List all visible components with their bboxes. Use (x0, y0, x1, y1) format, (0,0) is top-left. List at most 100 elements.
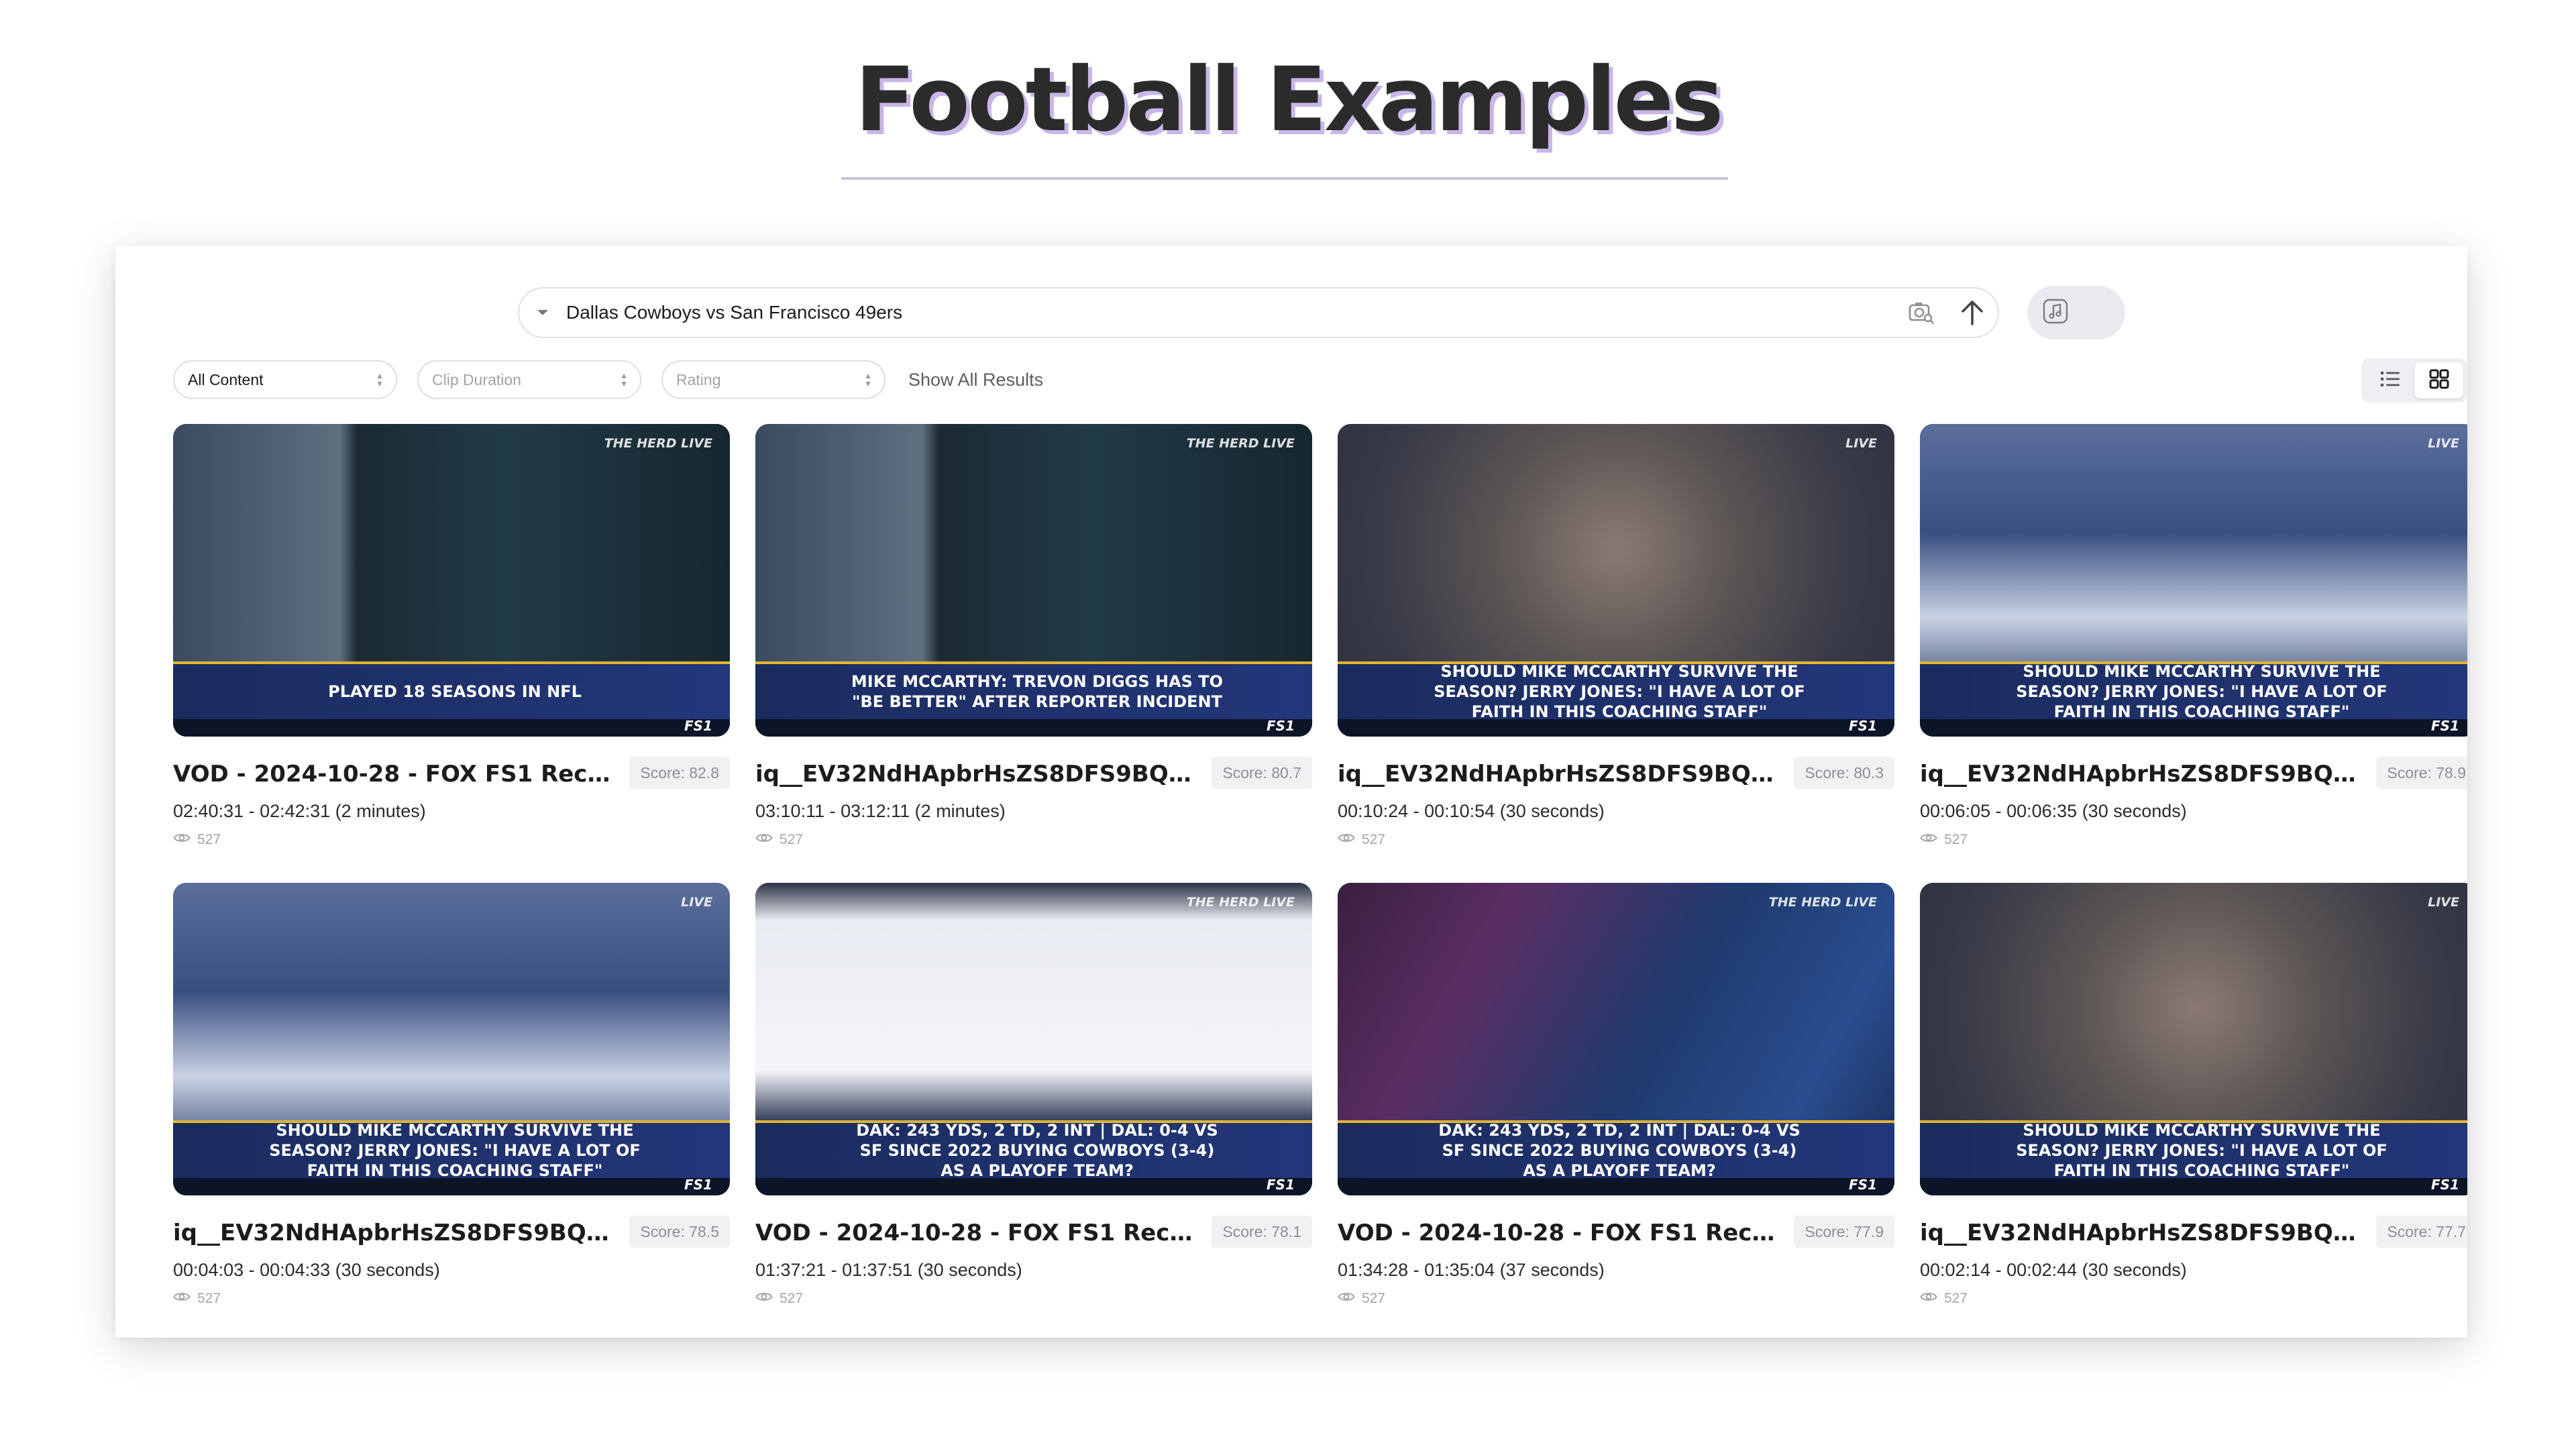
video-thumbnail[interactable]: THE HERD LIVE LANTERNS DAK: 243 YDS, 2 T… (1338, 883, 1894, 1195)
result-title[interactable]: iq__EV32NdHApbrHsZS8DFS9BQvm6oZ (173, 1220, 619, 1246)
view-count: 527 (755, 1291, 803, 1307)
view-toggle (2361, 358, 2467, 402)
result-card[interactable]: THE HERD LIVE PLAYED 18 SEASONS IN NFL F… (173, 424, 730, 853)
view-count: 527 (755, 832, 803, 848)
banner-text: SHOULD MIKE McCARTHY SURVIVE THE SEASON?… (2016, 662, 2387, 721)
clip-time-range: 01:34:28 - 01:35:04 (37 seconds) (1338, 1260, 1605, 1280)
eye-icon (1338, 832, 1362, 848)
result-card[interactable]: LIVE TEAM MEETING SHOULD MIKE McCARTHY S… (1920, 883, 2467, 1312)
score-badge: Score: 77.9 (1794, 1216, 1894, 1248)
banner-text: SHOULD MIKE McCARTHY SURVIVE THE SEASON?… (1434, 662, 1805, 721)
result-card[interactable]: THE HERD LIVE LANTERNS DAK: 243 YDS, 2 T… (755, 883, 1312, 1312)
banner-text: DAK: 243 YDS, 2 TD, 2 INT | DAL: 0-4 vs … (1438, 1121, 1801, 1180)
view-count: 527 (1920, 1291, 1968, 1307)
filter-bar: All Content ▲ ▼ Clip Duration ▲ ▼ Rating ▲… (173, 360, 1043, 400)
result-title[interactable]: iq__EV32NdHApbrHsZS8DFS9BQvm6oZ (755, 761, 1201, 788)
arrow-up-icon[interactable] (1947, 287, 1998, 338)
result-card[interactable]: THE HERD LIVE LANTERNS DAK: 243 YDS, 2 T… (1338, 883, 1894, 1312)
video-thumbnail[interactable]: LIVE TEAM MEETING SHOULD MIKE McCARTHY S… (1920, 424, 2467, 737)
banner-text: PLAYED 18 SEASONS IN NFL (328, 682, 582, 701)
ticker-strip (1338, 719, 1894, 737)
image-search-icon[interactable] (1896, 287, 1947, 338)
result-card[interactable]: LIVE TEAM MEETING SHOULD MIKE McCARTHY S… (1920, 424, 2467, 853)
clip-time-range: 00:02:14 - 00:02:44 (30 seconds) (1920, 1260, 2187, 1280)
view-count-value: 527 (780, 832, 804, 847)
network-logo: FS1 (2431, 1177, 2459, 1193)
view-count: 527 (1920, 832, 1968, 848)
view-count-value: 527 (1944, 1291, 1968, 1306)
select-arrows-icon: ▲ ▼ (376, 371, 384, 388)
network-logo: FS1 (1849, 1177, 1877, 1193)
result-title[interactable]: VOD - 2024-10-28 - FOX FS1 Recordin... (173, 761, 619, 788)
result-title[interactable]: VOD - 2024-10-28 - FOX FS1 Recordin... (755, 1220, 1201, 1246)
banner-text: SHOULD MIKE McCARTHY SURVIVE THE SEASON?… (269, 1121, 641, 1180)
grid-icon (2429, 369, 2449, 392)
view-count: 527 (173, 832, 221, 848)
clip-time-range: 03:10:11 - 03:12:11 (2 minutes) (755, 801, 1006, 821)
lower-third-banner: DAK: 243 YDS, 2 TD, 2 INT | DAL: 0-4 vs … (1338, 1120, 1894, 1180)
lower-third-banner: PLAYED 18 SEASONS IN NFL (173, 661, 730, 719)
list-view-button[interactable] (2365, 362, 2414, 398)
content-filter-select[interactable]: All Content ▲ ▼ (173, 360, 397, 399)
lower-third-banner: MIKE McCARTHY: TREVON DIGGS HAS TO "BE B… (755, 661, 1312, 719)
result-card[interactable]: LIVE TEAM MEETING SHOULD MIKE McCARTHY S… (1338, 424, 1894, 853)
banner-text: DAK: 243 YDS, 2 TD, 2 INT | DAL: 0-4 vs … (856, 1121, 1218, 1180)
ticker-strip (1920, 719, 2467, 737)
clip-time-range: 01:37:21 - 01:37:51 (30 seconds) (755, 1260, 1022, 1280)
clip-duration-label: Clip Duration (432, 370, 521, 388)
view-count: 527 (1338, 832, 1385, 848)
content-filter-label: All Content (188, 370, 264, 388)
view-count-value: 527 (1362, 1291, 1386, 1306)
video-thumbnail[interactable]: LIVE TEAM MEETING SHOULD MIKE McCARTHY S… (1920, 883, 2467, 1195)
select-arrows-icon: ▲ ▼ (864, 371, 872, 388)
result-title[interactable]: iq__EV32NdHApbrHsZS8DFS9BQvm6oZ (1920, 1220, 2365, 1246)
eye-icon (1920, 832, 1944, 848)
result-card[interactable]: THE HERD LIVE HEADLINE NEWS MIKE McCARTH… (755, 424, 1312, 853)
ticker-strip (755, 719, 1312, 737)
page-title: Football Examples (855, 48, 1723, 152)
ticker-strip (1920, 1178, 2467, 1195)
network-logo: FS1 (1267, 718, 1295, 734)
banner-text: SHOULD MIKE McCARTHY SURVIVE THE SEASON?… (2016, 1121, 2387, 1180)
search-bar (518, 287, 1999, 338)
eye-icon (755, 1291, 780, 1307)
result-title[interactable]: VOD - 2024-10-28 - FOX FS1 Recordin... (1338, 1220, 1783, 1246)
network-logo: FS1 (1849, 718, 1877, 734)
ticker-strip (173, 719, 730, 737)
video-thumbnail[interactable]: THE HERD LIVE HEADLINE NEWS MIKE McCARTH… (755, 424, 1312, 737)
score-badge: Score: 77.7 (2376, 1216, 2467, 1248)
ticker-strip (755, 1178, 1312, 1195)
network-logo: FS1 (684, 1177, 712, 1193)
score-badge: Score: 78.5 (629, 1216, 730, 1248)
view-count-value: 527 (1944, 832, 1968, 847)
score-badge: Score: 78.9 (2376, 757, 2467, 789)
lower-third-banner: SHOULD MIKE McCARTHY SURVIVE THE SEASON?… (1920, 1120, 2467, 1180)
rating-label: Rating (676, 370, 721, 388)
video-thumbnail[interactable]: THE HERD LIVE LANTERNS DAK: 243 YDS, 2 T… (755, 883, 1312, 1195)
lower-third-banner: SHOULD MIKE McCARTHY SURVIVE THE SEASON?… (1338, 661, 1894, 721)
eye-icon (1920, 1291, 1944, 1307)
title-underline (841, 177, 1728, 180)
ticker-strip (1338, 1178, 1894, 1195)
clip-time-range: 00:06:05 - 00:06:35 (30 seconds) (1920, 801, 2187, 821)
chevron-down-icon[interactable] (519, 308, 566, 317)
video-thumbnail[interactable]: LIVE TEAM MEETING SHOULD MIKE McCARTHY S… (173, 883, 730, 1195)
grid-view-button[interactable] (2414, 362, 2463, 398)
show-corner-logo: LIVE (2428, 895, 2459, 910)
video-thumbnail[interactable]: LIVE TEAM MEETING SHOULD MIKE McCARTHY S… (1338, 424, 1894, 737)
show-all-results-link[interactable]: Show All Results (908, 370, 1043, 390)
video-thumbnail[interactable]: THE HERD LIVE PLAYED 18 SEASONS IN NFL F… (173, 424, 730, 737)
lower-third-banner: SHOULD MIKE McCARTHY SURVIVE THE SEASON?… (173, 1120, 730, 1180)
select-arrows-icon: ▲ ▼ (620, 371, 628, 388)
result-title[interactable]: iq__EV32NdHApbrHsZS8DFS9BQvm6oZ (1920, 761, 2365, 788)
show-corner-logo: LIVE (681, 895, 712, 910)
rating-select[interactable]: Rating ▲ ▼ (661, 360, 885, 399)
clip-time-range: 02:40:31 - 02:42:31 (2 minutes) (173, 801, 426, 821)
audio-search-button[interactable] (2027, 286, 2125, 339)
search-input[interactable] (566, 288, 1896, 337)
result-title[interactable]: iq__EV32NdHApbrHsZS8DFS9BQvm6oZ (1338, 761, 1783, 788)
result-card[interactable]: LIVE TEAM MEETING SHOULD MIKE McCARTHY S… (173, 883, 730, 1312)
clip-duration-select[interactable]: Clip Duration ▲ ▼ (417, 360, 641, 399)
clip-time-range: 00:04:03 - 00:04:33 (30 seconds) (173, 1260, 440, 1280)
show-corner-logo: LIVE (2428, 436, 2459, 451)
